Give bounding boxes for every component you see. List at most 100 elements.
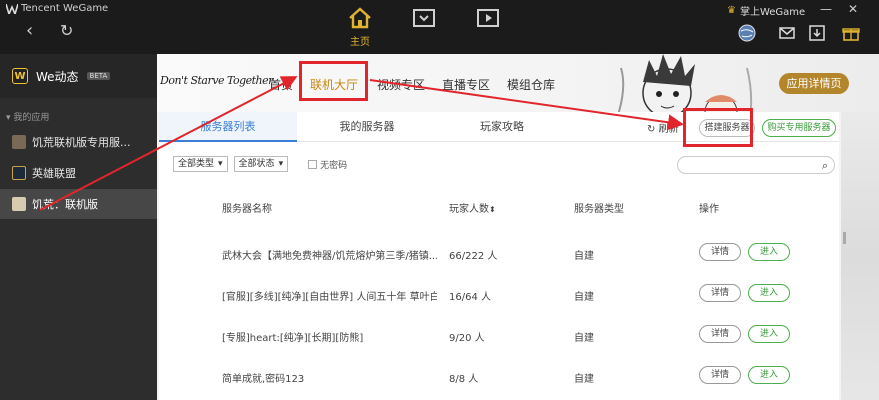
sidebar-item-label: 英雄联盟 xyxy=(32,167,76,180)
refresh-icon[interactable]: ↻ xyxy=(60,22,73,40)
tab-server-list[interactable]: 服务器列表 xyxy=(159,112,297,142)
no-password-label: 无密码 xyxy=(320,160,348,171)
my-apps-label: 我的应用 xyxy=(13,113,50,123)
highlight-box-build xyxy=(683,108,753,147)
filter-bar: 全部类型 ▾ 全部状态 ▾ 无密码 xyxy=(173,156,347,172)
table-row[interactable] xyxy=(159,396,839,400)
checkbox-box xyxy=(308,159,318,169)
detail-button[interactable]: 详情 xyxy=(699,284,741,302)
search-icon[interactable]: ⌕ xyxy=(822,159,828,173)
scrollbar[interactable] xyxy=(843,232,846,244)
download-icon[interactable] xyxy=(808,24,826,42)
search-input[interactable]: ⌕ xyxy=(677,156,835,174)
server-type: 自建 xyxy=(574,292,594,303)
refresh-small-icon: ↻ xyxy=(647,124,656,135)
table-row[interactable]: 简单成就,密码123 8/8 人 自建 详情 进入 xyxy=(159,357,839,398)
app-detail-button[interactable]: 应用详情页 xyxy=(779,73,849,94)
dst-icon xyxy=(12,197,26,211)
my-apps-title: ▾ 我的应用 xyxy=(0,98,157,127)
status-select-value: 全部状态 xyxy=(238,159,275,169)
top-nav-home-label: 主页 xyxy=(350,37,370,48)
we-dynamic-item[interactable]: W We动态 BETA xyxy=(0,54,157,98)
sidebar: W We动态 BETA ▾ 我的应用 饥荒联机版专用服... 英雄联盟 饥荒：联… xyxy=(0,54,157,400)
wegame-logo-icon xyxy=(6,3,18,14)
table-row[interactable]: [专服]heart:[纯净][长期][防熊] 9/20 人 自建 详情 进入 xyxy=(159,316,839,357)
sidebar-item-dst[interactable]: 饥荒：联机版 xyxy=(0,189,157,219)
tab-player-guides[interactable]: 玩家攻略 xyxy=(437,112,567,142)
mobile-wegame-label: 掌上WeGame xyxy=(739,7,806,18)
crown-icon: ♛ xyxy=(727,5,736,16)
server-name: [官服][多线][纯净][自由世界] 人间五十年 草叶白... xyxy=(222,292,437,303)
title-bar: Tencent WeGame ‹ ↻ 主页 ♛ 掌上WeGame — ✕ xyxy=(0,0,879,54)
detail-button[interactable]: 详情 xyxy=(699,243,741,261)
main-content: Don't Starve Together 首页 联机大厅 视频专区 直播专区 … xyxy=(157,54,879,400)
col-header-players[interactable]: 玩家人数⬍ xyxy=(449,200,496,215)
sidebar-item-dst-server[interactable]: 饥荒联机版专用服... xyxy=(0,127,157,157)
mail-icon[interactable] xyxy=(778,24,796,42)
col-header-ops: 操作 xyxy=(699,204,719,215)
server-players: 8/8 人 xyxy=(449,374,479,385)
server-name: 武林大会【满地免费神器/饥荒熔炉第三季/猪镇... xyxy=(222,251,437,262)
top-nav-video[interactable] xyxy=(468,6,508,50)
tab-my-servers[interactable]: 我的服务器 xyxy=(297,112,437,142)
table-header: 服务器名称 玩家人数⬍ 服务器类型 操作 xyxy=(159,200,839,222)
no-password-checkbox[interactable]: 无密码 xyxy=(308,158,347,171)
home-icon xyxy=(349,7,371,29)
brand: Tencent WeGame xyxy=(6,3,108,14)
table-row[interactable]: [官服][多线][纯净][自由世界] 人间五十年 草叶白... 16/64 人 … xyxy=(159,275,839,316)
type-select-value: 全部类型 xyxy=(178,159,215,169)
sidebar-item-label: 饥荒联机版专用服... xyxy=(32,136,131,149)
enter-button[interactable]: 进入 xyxy=(748,284,790,302)
top-nav: 主页 xyxy=(340,6,508,50)
enter-button[interactable]: 进入 xyxy=(748,325,790,343)
server-players: 9/20 人 xyxy=(449,333,485,344)
close-button[interactable]: ✕ xyxy=(848,2,858,16)
server-name: [专服]heart:[纯净][长期][防熊] xyxy=(222,333,364,344)
enter-button[interactable]: 进入 xyxy=(748,366,790,384)
inbox-icon xyxy=(413,9,435,27)
type-select[interactable]: 全部类型 ▾ xyxy=(173,156,228,172)
brand-label: Tencent WeGame xyxy=(21,3,109,14)
server-type: 自建 xyxy=(574,374,594,385)
enter-button[interactable]: 进入 xyxy=(748,243,790,261)
highlight-box-lobby xyxy=(299,61,368,101)
game-nav-live[interactable]: 直播专区 xyxy=(442,76,490,93)
we-dynamic-label: We动态 xyxy=(36,69,79,84)
sidebar-item-label: 饥荒：联机版 xyxy=(32,198,98,211)
sidebar-item-lol[interactable]: 英雄联盟 xyxy=(0,158,157,188)
back-icon[interactable]: ‹ xyxy=(26,22,33,40)
game-nav-video[interactable]: 视频专区 xyxy=(377,76,425,93)
players-header-label: 玩家人数 xyxy=(449,204,489,215)
server-players: 16/64 人 xyxy=(449,292,491,303)
refresh-label: 刷新 xyxy=(658,124,679,135)
server-players: 66/222 人 xyxy=(449,251,498,262)
detail-button[interactable]: 详情 xyxy=(699,325,741,343)
video-icon xyxy=(477,9,499,27)
wegame-w-icon: W xyxy=(12,68,28,84)
lol-icon xyxy=(12,166,26,180)
triangle-down-icon: ▾ xyxy=(6,113,11,123)
sort-icon: ⬍ xyxy=(489,205,496,214)
server-type: 自建 xyxy=(574,333,594,344)
game-nav-home[interactable]: 首页 xyxy=(269,76,293,93)
server-name: 简单成就,密码123 xyxy=(222,374,305,385)
table-row[interactable]: 武林大会【满地免费神器/饥荒熔炉第三季/猪镇... 66/222 人 自建 详情… xyxy=(159,234,839,275)
game-nav-mods[interactable]: 模组仓库 xyxy=(507,76,555,93)
detail-button[interactable]: 详情 xyxy=(699,366,741,384)
minimize-button[interactable]: — xyxy=(820,2,832,16)
beta-badge: BETA xyxy=(86,72,111,80)
gift-icon[interactable] xyxy=(842,24,860,42)
refresh-button[interactable]: ↻ 刷新 xyxy=(647,120,679,135)
dropdown-arrow-icon: ▾ xyxy=(218,159,223,169)
game-header: Don't Starve Together 首页 联机大厅 视频专区 直播专区 … xyxy=(157,54,879,149)
top-nav-home[interactable]: 主页 xyxy=(340,6,380,50)
globe-icon[interactable] xyxy=(738,24,756,42)
dropdown-arrow-icon: ▾ xyxy=(278,159,284,169)
top-nav-inbox[interactable] xyxy=(404,6,444,50)
mobile-wegame-link[interactable]: ♛ 掌上WeGame xyxy=(727,3,805,18)
background-art xyxy=(841,112,879,400)
buy-server-button[interactable]: 购买专用服务器 xyxy=(762,119,836,137)
dst-server-icon xyxy=(12,135,26,149)
server-type: 自建 xyxy=(574,251,594,262)
status-select[interactable]: 全部状态 ▾ xyxy=(233,156,289,172)
